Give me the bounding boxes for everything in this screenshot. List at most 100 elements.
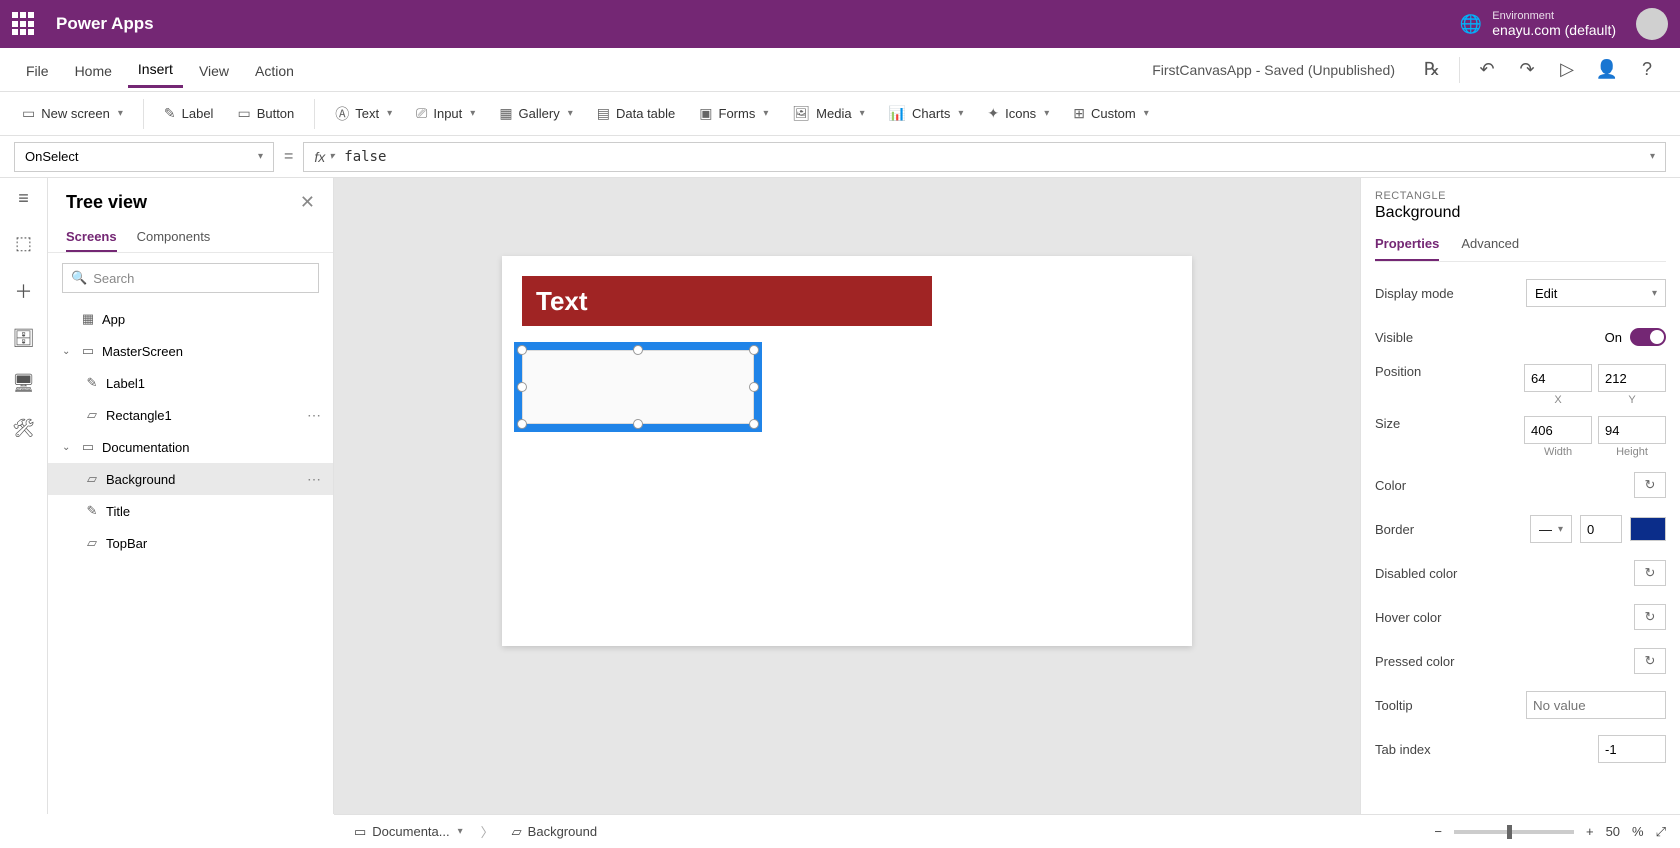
waffle-icon[interactable] — [12, 12, 36, 36]
label-button[interactable]: ✎ Label — [156, 101, 222, 126]
canvas[interactable]: Text — [502, 256, 1192, 646]
zoom-out-icon[interactable]: − — [1434, 824, 1442, 839]
canvas-area[interactable]: Text — [334, 178, 1360, 814]
fit-to-screen-icon[interactable]: ⤢ — [1656, 824, 1666, 840]
more-icon[interactable]: ⋯ — [307, 471, 323, 488]
charts-dropdown[interactable]: 📊 Charts ▾ — [881, 101, 972, 126]
resize-handle[interactable] — [749, 382, 759, 392]
tree-view-icon[interactable]: ⬚ — [15, 233, 32, 254]
fx-label: fx▾ — [314, 149, 334, 165]
tree-item-title[interactable]: ✎ Title — [48, 495, 333, 527]
app-title: Power Apps — [56, 14, 154, 34]
data-table-button[interactable]: ▤ Data table — [589, 101, 684, 126]
ribbon-label: Media — [816, 106, 851, 121]
disabled-color-reset-icon[interactable]: ↻ — [1634, 560, 1666, 586]
chevron-down-icon: ▾ — [763, 108, 768, 119]
environment-picker[interactable]: 🌐 Environment enayu.com (default) — [1460, 10, 1616, 38]
gallery-dropdown[interactable]: ▦ Gallery ▾ — [491, 101, 580, 126]
redo-icon[interactable]: ↷ — [1510, 53, 1544, 87]
input-dropdown[interactable]: ⎚ Input ▾ — [408, 101, 483, 126]
text-dropdown[interactable]: Ⓐ Text ▾ — [327, 100, 400, 128]
button-button[interactable]: ▭ Button — [229, 101, 302, 126]
insert-icon[interactable]: ＋ — [15, 278, 33, 304]
tab-index-input[interactable]: -1 — [1598, 735, 1666, 763]
tab-file[interactable]: File — [16, 53, 59, 87]
border-color-swatch[interactable] — [1630, 517, 1666, 541]
position-y-input[interactable]: 212 — [1598, 364, 1666, 392]
display-mode-select[interactable]: Edit ▾ — [1526, 279, 1666, 307]
new-screen-button[interactable]: ▭ New screen ▾ — [14, 101, 131, 126]
canvas-text-label[interactable]: Text — [522, 276, 932, 326]
help-icon[interactable]: ? — [1630, 53, 1664, 87]
zoom-value: 50 — [1606, 824, 1620, 839]
custom-dropdown[interactable]: ⊞ Custom ▾ — [1065, 101, 1157, 126]
search-input[interactable]: 🔍 Search — [62, 263, 319, 293]
command-bar: File Home Insert View Action FirstCanvas… — [0, 48, 1680, 92]
resize-handle[interactable] — [633, 419, 643, 429]
app-checker-icon[interactable]: ℞ — [1415, 53, 1449, 87]
tooltip-input[interactable] — [1526, 691, 1666, 719]
border-width-input[interactable]: 0 — [1580, 515, 1622, 543]
tab-home[interactable]: Home — [65, 53, 122, 87]
tab-properties[interactable]: Properties — [1375, 232, 1439, 261]
play-icon[interactable]: ▷ — [1550, 53, 1584, 87]
tree-item-label1[interactable]: ✎ Label1 — [48, 367, 333, 399]
share-icon[interactable]: 👤 — [1590, 53, 1624, 87]
resize-handle[interactable] — [517, 382, 527, 392]
visible-toggle[interactable] — [1630, 328, 1666, 346]
icons-dropdown[interactable]: ✦ Icons ▾ — [979, 101, 1057, 126]
tab-view[interactable]: View — [189, 53, 239, 87]
label-icon: ✎ — [84, 503, 100, 519]
resize-handle[interactable] — [633, 345, 643, 355]
more-icon[interactable]: ⋯ — [307, 407, 323, 424]
hamburger-icon[interactable]: ≡ — [18, 188, 29, 209]
tree-item-rectangle1[interactable]: ▱ Rectangle1 ⋯ — [48, 399, 333, 431]
zoom-in-icon[interactable]: + — [1586, 824, 1594, 839]
chevron-down-icon: ▾ — [1044, 108, 1049, 119]
position-x-input[interactable]: 64 — [1524, 364, 1592, 392]
breadcrumb-element[interactable]: ▱ Background — [506, 822, 603, 842]
selected-rectangle[interactable] — [514, 342, 762, 432]
color-reset-icon[interactable]: ↻ — [1634, 472, 1666, 498]
tree-item-app[interactable]: ▦ App — [48, 303, 333, 335]
chevron-down-icon[interactable]: ⌄ — [62, 346, 74, 357]
resize-handle[interactable] — [517, 419, 527, 429]
data-icon[interactable]: 🗄 — [12, 328, 35, 349]
tree-item-topbar[interactable]: ▱ TopBar — [48, 527, 333, 559]
tree-item-background[interactable]: ▱ Background ⋯ — [48, 463, 333, 495]
breadcrumb-screen[interactable]: ▭ Documenta... ▾ — [348, 822, 469, 842]
resize-handle[interactable] — [517, 345, 527, 355]
resize-handle[interactable] — [749, 345, 759, 355]
media-rail-icon[interactable]: 🖥 — [12, 373, 35, 394]
prop-label: Disabled color — [1375, 566, 1626, 581]
properties-panel: RECTANGLE Background Properties Advanced… — [1360, 178, 1680, 814]
border-style-select[interactable]: — ▾ — [1530, 515, 1572, 543]
tab-advanced[interactable]: Advanced — [1461, 232, 1519, 261]
ribbon-label: Gallery — [519, 106, 560, 121]
hover-color-reset-icon[interactable]: ↻ — [1634, 604, 1666, 630]
media-dropdown[interactable]: 🖼 Media ▾ — [784, 101, 872, 126]
tab-insert[interactable]: Insert — [128, 51, 183, 88]
close-icon[interactable]: ✕ — [300, 192, 315, 213]
avatar[interactable] — [1636, 8, 1668, 40]
tab-action[interactable]: Action — [245, 53, 304, 87]
property-select[interactable]: OnSelect ▾ — [14, 142, 274, 172]
pressed-color-reset-icon[interactable]: ↻ — [1634, 648, 1666, 674]
undo-icon[interactable]: ↶ — [1470, 53, 1504, 87]
advanced-tools-icon[interactable]: 🛠 — [12, 418, 35, 439]
tab-screens[interactable]: Screens — [66, 221, 117, 252]
tab-components[interactable]: Components — [137, 221, 211, 252]
forms-dropdown[interactable]: ▣ Forms ▾ — [691, 101, 776, 126]
formula-input[interactable]: fx▾ false ▾ — [303, 142, 1666, 172]
zoom-slider[interactable] — [1454, 830, 1574, 834]
prop-label: Pressed color — [1375, 654, 1626, 669]
document-status: FirstCanvasApp - Saved (Unpublished) — [1152, 62, 1395, 78]
size-width-input[interactable]: 406 — [1524, 416, 1592, 444]
size-height-input[interactable]: 94 — [1598, 416, 1666, 444]
chevron-down-icon[interactable]: ⌄ — [62, 442, 74, 453]
prop-label: Visible — [1375, 330, 1597, 345]
tree-item-documentation[interactable]: ⌄▭ Documentation — [48, 431, 333, 463]
search-placeholder: Search — [93, 271, 134, 286]
resize-handle[interactable] — [749, 419, 759, 429]
tree-item-masterscreen[interactable]: ⌄▭ MasterScreen — [48, 335, 333, 367]
